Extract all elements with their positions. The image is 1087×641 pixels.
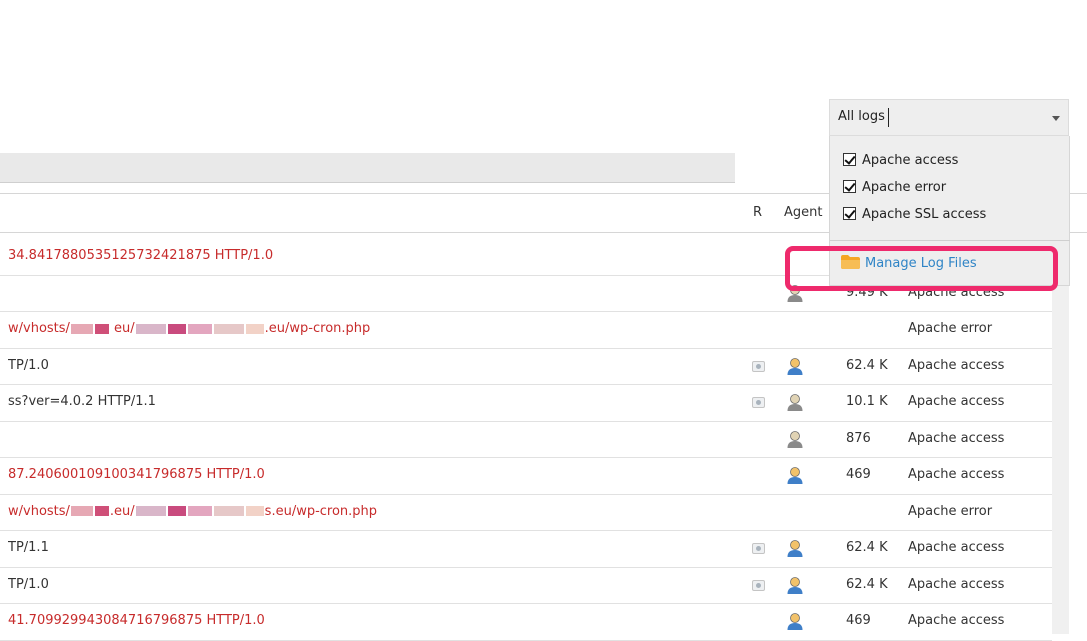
redacted-text <box>135 323 166 334</box>
redacted-text <box>167 323 186 334</box>
redacted-text <box>245 323 264 334</box>
log-source-select[interactable]: All logs <box>829 99 1069 136</box>
request-cell: 87.240600109100341796875 HTTP/1.0 <box>8 467 265 482</box>
request-cell: TP/1.0 <box>8 357 49 373</box>
manage-log-files-label: Manage Log Files <box>865 256 977 271</box>
user-agent-icon[interactable] <box>786 539 804 558</box>
checkbox-checked-icon[interactable] <box>843 153 856 166</box>
search-filter-bar[interactable] <box>0 153 735 183</box>
request-cell: ss?ver=4.0.2 HTTP/1.1 <box>8 394 156 409</box>
view-details-icon[interactable] <box>752 543 765 554</box>
column-header-r[interactable]: R <box>753 205 762 220</box>
redacted-text <box>245 506 264 516</box>
redacted-text <box>94 506 109 516</box>
redacted-text <box>135 506 166 516</box>
request-cell: 41.709929943084716796875 HTTP/1.0 <box>8 613 265 628</box>
size-cell: 62.4 K <box>846 576 888 592</box>
redacted-text <box>167 506 186 516</box>
table-row[interactable]: TP/1.0 62.4 K Apache access <box>0 568 1052 604</box>
option-label: Apache error <box>862 180 947 195</box>
redacted-text <box>94 323 109 334</box>
option-label: Apache access <box>862 153 959 168</box>
log-type-cell: Apache error <box>908 321 993 336</box>
user-agent-icon[interactable] <box>786 357 804 376</box>
table-row[interactable]: w/vhosts/ eu/.eu/wp-cron.php Apache error <box>0 312 1052 349</box>
option-apache-access[interactable]: Apache access <box>843 153 958 168</box>
table-row[interactable]: w/vhosts/.eu/s.eu/wp-cron.php Apache erro… <box>0 495 1052 531</box>
view-details-icon[interactable] <box>752 397 765 408</box>
request-cell: TP/1.0 <box>8 576 49 592</box>
redacted-text <box>70 506 93 516</box>
redacted-text <box>213 323 244 334</box>
table-row[interactable]: 87.240600109100341796875 HTTP/1.0 469 Apac… <box>0 458 1052 495</box>
checkbox-checked-icon[interactable] <box>843 180 856 193</box>
size-cell: 9.49 K <box>846 284 888 300</box>
log-type-cell: Apache error <box>908 503 993 519</box>
table-row[interactable]: 876 Apache access <box>0 422 1052 458</box>
redacted-text <box>70 323 93 334</box>
size-cell: 469 <box>846 613 871 628</box>
log-type-cell: Apache access <box>908 357 1005 373</box>
request-cell: TP/1.1 <box>8 540 49 555</box>
request-cell: w/vhosts/ eu/.eu/wp-cron.php <box>8 321 371 336</box>
user-agent-icon[interactable] <box>786 466 804 485</box>
view-details-icon[interactable] <box>752 579 765 591</box>
column-header-agent[interactable]: Agent <box>784 205 822 220</box>
manage-log-files-link[interactable]: Manage Log Files <box>841 255 977 271</box>
table-row[interactable]: 41.709929943084716796875 HTTP/1.0 469 Apac… <box>0 604 1052 641</box>
log-type-cell: Apache access <box>908 576 1005 592</box>
table-row[interactable]: TP/1.1 62.4 K Apache access <box>0 531 1052 568</box>
user-agent-icon[interactable] <box>786 430 804 449</box>
log-type-cell: Apache access <box>908 394 1005 409</box>
size-cell: 10.1 K <box>846 394 888 409</box>
checkbox-checked-icon[interactable] <box>843 207 856 220</box>
folder-icon <box>841 255 860 269</box>
option-apache-error[interactable]: Apache error <box>843 180 946 195</box>
request-cell: 34.8417880535125732421875 HTTP/1.0 <box>8 248 274 263</box>
scrollbar[interactable] <box>1052 286 1069 634</box>
size-cell: 876 <box>846 430 871 446</box>
table-row[interactable]: ss?ver=4.0.2 HTTP/1.1 10.1 K Apache access <box>0 385 1052 422</box>
redacted-text <box>187 323 212 334</box>
user-agent-icon[interactable] <box>786 612 804 631</box>
user-agent-icon[interactable] <box>786 284 804 303</box>
log-type-cell: Apache access <box>908 613 1005 628</box>
log-type-cell: Apache access <box>908 284 1005 300</box>
text-cursor <box>888 108 889 127</box>
log-source-value: All logs <box>838 109 885 124</box>
log-type-cell: Apache access <box>908 540 1005 555</box>
log-type-cell: Apache access <box>908 430 1005 446</box>
request-cell: w/vhosts/.eu/s.eu/wp-cron.php <box>8 503 378 519</box>
view-details-icon[interactable] <box>752 360 765 372</box>
size-cell: 469 <box>846 467 871 482</box>
option-label: Apache SSL access <box>862 207 987 222</box>
option-apache-ssl-access[interactable]: Apache SSL access <box>843 207 986 222</box>
redacted-text <box>213 506 244 516</box>
redacted-text <box>187 506 212 516</box>
size-cell: 62.4 K <box>846 357 888 373</box>
chevron-down-icon[interactable] <box>1052 116 1060 121</box>
user-agent-icon[interactable] <box>786 576 804 595</box>
table-row[interactable]: TP/1.0 62.4 K Apache access <box>0 349 1052 385</box>
log-table-body: 34.8417880535125732421875 HTTP/1.0 9.49 K… <box>0 239 1052 641</box>
size-cell: 62.4 K <box>846 540 888 555</box>
menu-divider <box>830 240 1070 241</box>
log-source-menu: Apache access Apache error Apache SSL ac… <box>829 136 1070 286</box>
user-agent-icon[interactable] <box>786 393 804 412</box>
log-type-cell: Apache access <box>908 467 1005 482</box>
